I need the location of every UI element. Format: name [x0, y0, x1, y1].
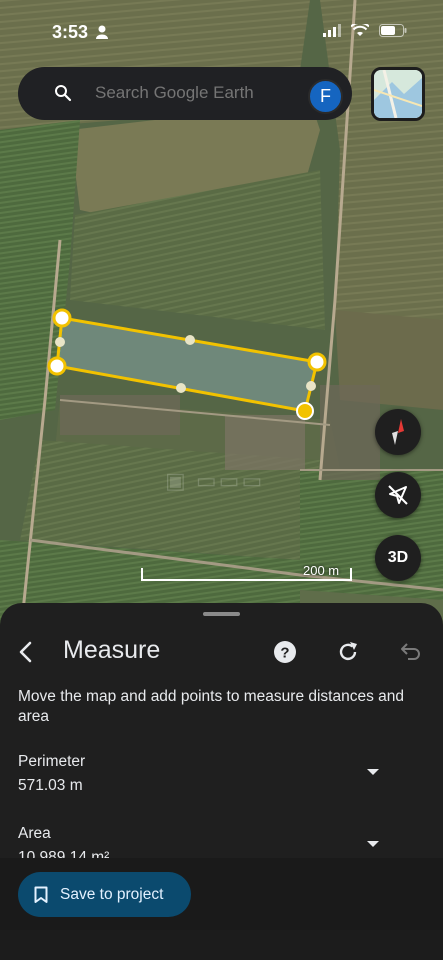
cellular-signal-icon	[323, 24, 341, 37]
compass-button[interactable]	[375, 409, 421, 455]
search-input[interactable]	[95, 83, 315, 103]
refresh-icon[interactable]	[336, 640, 360, 664]
toggle-3d-button[interactable]: 3D	[375, 535, 421, 581]
undo-icon[interactable]	[400, 640, 422, 662]
battery-icon	[379, 24, 407, 37]
midpoint-handle[interactable]	[55, 337, 65, 347]
compass-icon	[392, 419, 404, 445]
sheet-title: Measure	[63, 636, 161, 664]
my-location-button[interactable]	[375, 472, 421, 518]
watermark: ▣ ▭▭▭	[165, 468, 265, 493]
status-icons	[323, 24, 407, 37]
person-icon	[96, 25, 108, 39]
midpoint-handle[interactable]	[185, 335, 195, 345]
perimeter-row[interactable]: Perimeter 571.03 m	[18, 753, 408, 795]
map-thumbnail-icon	[374, 70, 422, 118]
chevron-down-icon[interactable]	[366, 767, 380, 777]
search-bar[interactable]	[18, 67, 352, 120]
status-time: 3:53	[52, 22, 89, 42]
scale-label: 200 m	[303, 563, 340, 578]
avatar[interactable]: F	[308, 79, 343, 114]
vertex-handle[interactable]	[47, 356, 67, 376]
save-button-label: Save to project	[60, 885, 164, 903]
search-icon[interactable]	[54, 84, 72, 102]
vertex-handle[interactable]	[52, 308, 72, 328]
vertex-handle[interactable]	[307, 352, 327, 372]
help-icon[interactable]: ?	[273, 640, 297, 664]
back-arrow-icon[interactable]	[14, 640, 38, 664]
system-gesture-area	[0, 930, 443, 960]
save-to-project-button[interactable]: Save to project	[18, 872, 191, 917]
location-off-icon	[388, 485, 408, 505]
status-bar: 3:53	[0, 0, 443, 64]
active-vertex-handle[interactable]	[296, 402, 314, 420]
area-label: Area	[18, 825, 51, 842]
perimeter-label: Perimeter	[18, 753, 86, 770]
midpoint-handle[interactable]	[306, 381, 316, 391]
perimeter-value: 571.03 m	[18, 777, 83, 794]
chevron-down-icon[interactable]	[366, 839, 380, 849]
bookmark-icon	[34, 886, 48, 903]
wifi-icon	[351, 24, 369, 36]
drag-handle[interactable]	[203, 612, 240, 616]
svg-text:?: ?	[280, 645, 289, 662]
map-layers-button[interactable]	[371, 67, 425, 121]
map-view[interactable]: 3:53 F	[0, 0, 443, 640]
instruction-text: Move the map and add points to measure d…	[18, 688, 405, 725]
midpoint-handle[interactable]	[176, 383, 186, 393]
